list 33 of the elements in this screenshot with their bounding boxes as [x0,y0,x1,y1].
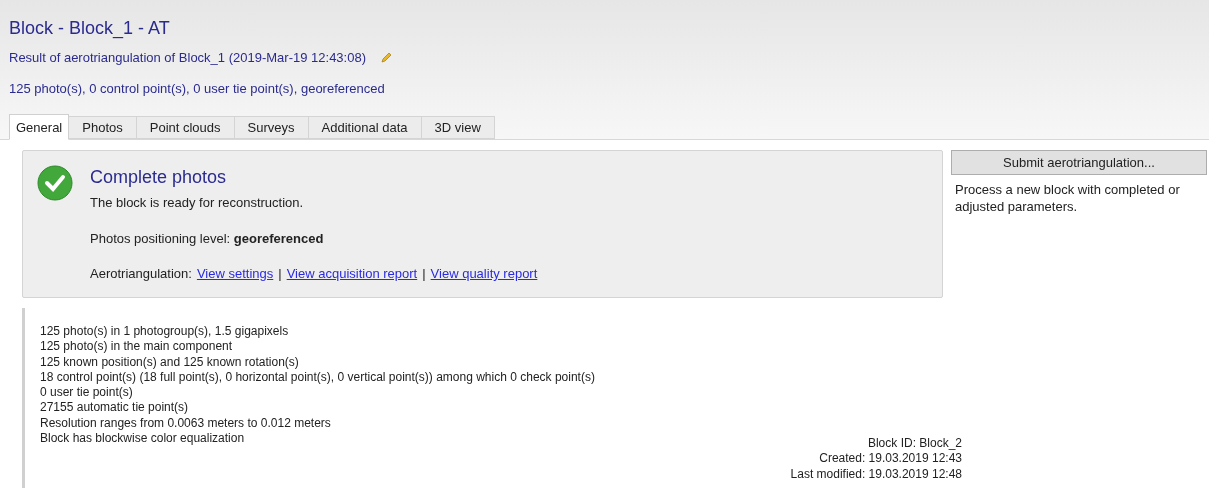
report-link[interactable]: View acquisition report [286,264,418,284]
report-link[interactable]: View quality report [430,264,538,284]
stats-line: 27155 automatic tie point(s) [40,400,190,416]
separator: | [422,265,426,283]
block-info-line: Last modified: 19.03.2019 12:48 [790,466,962,482]
stats-line: Block has blockwise color equalization [40,431,246,447]
tab[interactable]: Point clouds [136,116,235,139]
stats-line: 125 photo(s) in 1 photogroup(s), 1.5 gigapixels [40,324,290,340]
stats-line: 0 user tie point(s) [40,385,134,401]
block-info-line: Block ID: Block_2 [867,436,962,452]
block-summary: 125 photo(s), 0 control point(s), 0 user tie point(s), georeferenced [9,79,386,98]
stats-line: 125 photo(s) in the main component [40,339,234,355]
pencil-icon[interactable] [380,51,392,64]
action-description: Process a new block with completed or adjusted parameters. [955,181,1181,216]
positioning-level: Photos positioning level: georeferenced [90,229,325,248]
stats-line: 18 control point(s) (18 full point(s), 0 horizontal point(s), 0 vertical point(s)) among which 0 check point(s) [40,369,595,386]
separator: | [278,265,282,283]
report-link[interactable]: View settings [196,264,274,284]
status-message: The block is ready for reconstruction. [90,194,305,212]
tab[interactable]: General [9,114,70,140]
page-title: Block - Block_1 - AT [9,17,171,40]
block-subtitle: Result of aerotriangulation of Block_1 (2019-Mar-19 12:43:08) [9,49,366,67]
tab[interactable]: Additional data [308,116,422,139]
tab[interactable]: 3D view [421,116,495,139]
stats-line: 125 known position(s) and 125 known rotation(s) [40,354,300,370]
tab[interactable]: Photos [69,116,137,139]
check-icon [37,165,73,201]
tab[interactable]: Surveys [234,116,309,139]
stats-line: Resolution ranges from 0.0063 meters to 0.012 meters [40,415,332,432]
aerotriangulation-label: Aerotriangulation: [90,265,192,283]
submit-button[interactable]: Submit aerotriangulation... [951,150,1207,176]
block-info-line: Created: 19.03.2019 12:43 [819,451,962,467]
status-heading: Complete photos [90,166,228,188]
